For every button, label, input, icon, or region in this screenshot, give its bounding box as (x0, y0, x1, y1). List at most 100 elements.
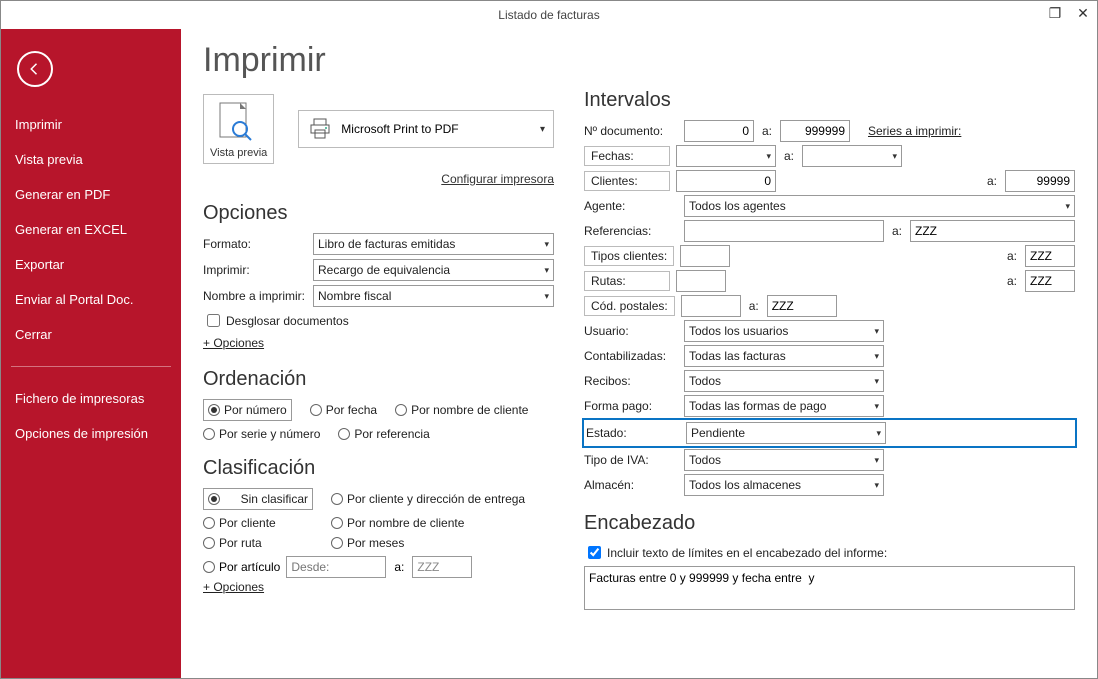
sidebar-item-enviar-portal[interactable]: Enviar al Portal Doc. (11, 282, 171, 317)
estado-select[interactable]: Pendiente▾ (686, 422, 886, 444)
sidebar-item-generar-pdf[interactable]: Generar en PDF (11, 177, 171, 212)
rutas-button[interactable]: Rutas: (584, 271, 670, 291)
page-title: Imprimir (203, 41, 554, 80)
window-close-icon[interactable]: ✕ (1073, 5, 1093, 22)
ordenacion-radio-3[interactable]: Por serie y número (203, 427, 320, 441)
tipos-button[interactable]: Tipos clientes: (584, 246, 674, 266)
window-restore-icon[interactable]: ❐ (1045, 5, 1065, 22)
clasificacion-radio-1[interactable]: Por cliente y dirección de entrega (331, 488, 551, 510)
ndoc-from-input[interactable] (684, 120, 754, 142)
encabezado-checkbox-label: Incluir texto de límites en el encabezad… (607, 546, 887, 560)
sidebar-item-vista-previa[interactable]: Vista previa (11, 142, 171, 177)
vista-previa-button[interactable]: Vista previa (203, 94, 274, 164)
tipoiva-label: Tipo de IVA: (584, 453, 678, 467)
clasificacion-radio-0[interactable]: Sin clasificar (203, 488, 313, 510)
imprimir-select[interactable]: Recargo de equivalencia▾ (313, 259, 554, 281)
clasif-desde-input[interactable] (286, 556, 386, 578)
clasificacion-por-articulo[interactable]: Por artículo (203, 560, 280, 574)
tipos-from-input[interactable] (680, 245, 730, 267)
recibos-select[interactable]: Todos▾ (684, 370, 884, 392)
almacen-select[interactable]: Todos los almacenes▾ (684, 474, 884, 496)
sidebar-item-cerrar[interactable]: Cerrar (11, 317, 171, 352)
sidebar-item-fichero-impresoras[interactable]: Fichero de impresoras (11, 381, 171, 416)
fechas-button[interactable]: Fechas: (584, 146, 670, 166)
ref-from-input[interactable] (684, 220, 884, 242)
fecha-to-select[interactable]: ▾ (802, 145, 902, 167)
intervalos-title: Intervalos (584, 89, 1075, 112)
arrow-left-icon (26, 60, 44, 78)
a-label: a: (747, 299, 761, 313)
clientes-from-input[interactable] (676, 170, 776, 192)
ndoc-to-input[interactable] (780, 120, 850, 142)
contab-select[interactable]: Todas las facturas▾ (684, 345, 884, 367)
chevron-down-icon: ▾ (874, 376, 879, 387)
formato-select[interactable]: Libro de facturas emitidas▾ (313, 233, 554, 255)
clasificacion-radio-4[interactable]: Por ruta (203, 536, 313, 550)
cp-from-input[interactable] (681, 295, 741, 317)
clasif-a-input[interactable] (412, 556, 472, 578)
back-button[interactable] (17, 51, 53, 87)
rutas-from-input[interactable] (676, 270, 726, 292)
formapago-label: Forma pago: (584, 399, 678, 413)
cp-button[interactable]: Cód. postales: (584, 296, 675, 316)
chevron-down-icon: ▾ (874, 455, 879, 466)
series-link[interactable]: Series a imprimir: (868, 124, 961, 138)
preview-page-icon (210, 99, 267, 145)
chevron-down-icon: ▾ (892, 151, 897, 162)
ordenacion-title: Ordenación (203, 368, 554, 391)
encabezado-title: Encabezado (584, 512, 1075, 535)
clasificacion-radio-5[interactable]: Por meses (331, 536, 551, 550)
chevron-down-icon: ▾ (540, 124, 545, 135)
clasificacion-plus-link[interactable]: + Opciones (203, 580, 264, 594)
clientes-to-input[interactable] (1005, 170, 1075, 192)
a-label: a: (782, 149, 796, 163)
clasificacion-radio-2[interactable]: Por cliente (203, 516, 313, 530)
estado-row-highlight: Estado: Pendiente▾ (584, 420, 1075, 446)
chevron-down-icon: ▾ (874, 480, 879, 491)
agente-select[interactable]: Todos los agentes▾ (684, 195, 1075, 217)
encabezado-textarea[interactable] (584, 566, 1075, 610)
clasificacion-title: Clasificación (203, 457, 554, 480)
agente-label: Agente: (584, 199, 678, 213)
sidebar-item-imprimir[interactable]: Imprimir (11, 107, 171, 142)
sidebar-item-opciones-impresion[interactable]: Opciones de impresión (11, 416, 171, 451)
clientes-button[interactable]: Clientes: (584, 171, 670, 191)
fecha-from-select[interactable]: ▾ (676, 145, 776, 167)
ordenacion-radio-4[interactable]: Por referencia (338, 427, 429, 441)
ndoc-label: Nº documento: (584, 124, 678, 138)
chevron-down-icon: ▾ (876, 428, 881, 439)
sidebar-item-generar-excel[interactable]: Generar en EXCEL (11, 212, 171, 247)
window-title: Listado de facturas (498, 8, 599, 22)
clasif-a-label: a: (392, 560, 406, 574)
printer-name: Microsoft Print to PDF (341, 122, 458, 136)
a-label: a: (985, 174, 999, 188)
clasificacion-radio-3[interactable]: Por nombre de cliente (331, 516, 551, 530)
tipos-to-input[interactable] (1025, 245, 1075, 267)
opciones-plus-link[interactable]: + Opciones (203, 336, 264, 350)
nombre-select[interactable]: Nombre fiscal▾ (313, 285, 554, 307)
rutas-to-input[interactable] (1025, 270, 1075, 292)
sidebar: Imprimir Vista previa Generar en PDF Gen… (1, 29, 181, 678)
ordenacion-radio-2[interactable]: Por nombre de cliente (395, 399, 528, 421)
formapago-select[interactable]: Todas las formas de pago▾ (684, 395, 884, 417)
ordenacion-radio-1[interactable]: Por fecha (310, 399, 377, 421)
usuario-label: Usuario: (584, 324, 678, 338)
formato-label: Formato: (203, 237, 313, 251)
a-label: a: (1005, 274, 1019, 288)
chevron-down-icon: ▾ (874, 401, 879, 412)
ordenacion-radio-0[interactable]: Por número (203, 399, 292, 421)
ref-label: Referencias: (584, 224, 678, 238)
vista-previa-label: Vista previa (210, 147, 267, 159)
printer-select[interactable]: Microsoft Print to PDF ▾ (298, 110, 554, 148)
usuario-select[interactable]: Todos los usuarios▾ (684, 320, 884, 342)
desglosar-checkbox[interactable] (207, 314, 220, 327)
contab-label: Contabilizadas: (584, 349, 678, 363)
sidebar-item-exportar[interactable]: Exportar (11, 247, 171, 282)
chevron-down-icon: ▾ (874, 326, 879, 337)
tipoiva-select[interactable]: Todos▾ (684, 449, 884, 471)
encabezado-checkbox[interactable] (588, 546, 601, 559)
cp-to-input[interactable] (767, 295, 837, 317)
ref-to-input[interactable] (910, 220, 1075, 242)
configure-printer-link[interactable]: Configurar impresora (441, 172, 554, 186)
sidebar-separator (11, 366, 171, 367)
